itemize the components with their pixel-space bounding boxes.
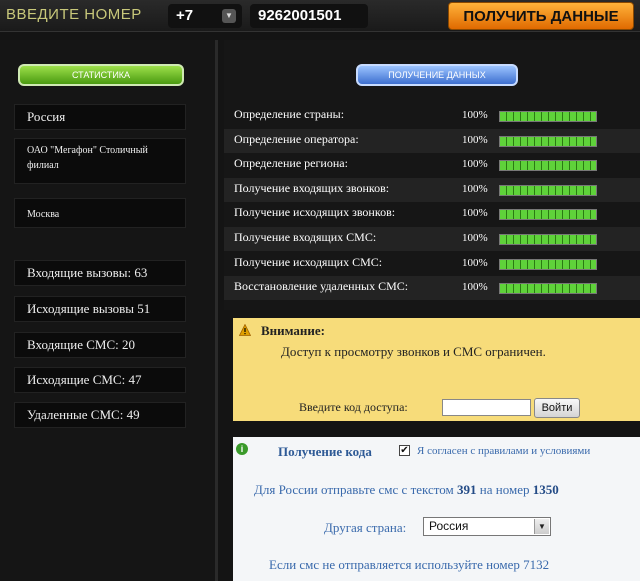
country-value: Россия bbox=[27, 109, 66, 124]
incoming-calls-value: Входящие вызовы: 63 bbox=[27, 265, 148, 280]
country-select-value: Россия bbox=[429, 519, 469, 533]
progress-fill bbox=[500, 136, 596, 146]
progress-percent: 100% bbox=[462, 158, 488, 171]
left-panel: СТАТИСТИКА Россия ОАО "Мегафон" Столичны… bbox=[0, 40, 218, 581]
progress-row: Получение входящих СМС: 100% bbox=[224, 227, 640, 251]
incoming-sms-value: Входящие СМС: 20 bbox=[27, 337, 135, 352]
fallback-number-text: Если смс не отправляется используйте ном… bbox=[269, 557, 550, 572]
country-code-value: +7 bbox=[176, 7, 194, 24]
sms-prefix: Для России отправьте смс с текстом bbox=[254, 482, 454, 497]
progress-percent: 100% bbox=[462, 133, 488, 146]
outgoing-sms-box: Исходящие СМС: 47 bbox=[14, 367, 186, 393]
progress-fill bbox=[500, 185, 596, 195]
progress-label: Получение входящих СМС: bbox=[234, 230, 377, 244]
progress-fill bbox=[500, 210, 596, 220]
progress-row: Определение региона: 100% bbox=[224, 153, 640, 177]
info-icon: i bbox=[236, 443, 248, 455]
incoming-calls-box: Входящие вызовы: 63 bbox=[14, 260, 186, 286]
progress-fill bbox=[500, 284, 596, 294]
progress-fill bbox=[500, 161, 596, 171]
agree-checkbox[interactable]: ✔ bbox=[399, 445, 410, 456]
outgoing-sms-value: Исходящие СМС: 47 bbox=[27, 372, 142, 387]
sms-text: 391 bbox=[457, 482, 477, 497]
progress-bar bbox=[499, 135, 597, 147]
progress-bar bbox=[499, 283, 597, 295]
incoming-sms-box: Входящие СМС: 20 bbox=[14, 332, 186, 358]
deleted-sms-value: Удаленные СМС: 49 bbox=[27, 407, 140, 422]
sms-number: 1350 bbox=[532, 482, 559, 497]
progress-bar bbox=[499, 234, 597, 245]
progress-label: Восстановление удаленных СМС: bbox=[234, 279, 409, 294]
warning-icon bbox=[239, 324, 251, 336]
progress-label: Получение исходящих СМС: bbox=[234, 254, 383, 269]
enter-number-title: ВВЕДИТЕ НОМЕР bbox=[6, 6, 142, 23]
code-panel: i Получение кода ✔ Я согласен с правилам… bbox=[233, 437, 640, 581]
progress-percent: 100% bbox=[462, 232, 488, 244]
sms-instruction: Для России отправьте смс с текстом 391 н… bbox=[254, 482, 559, 498]
progress-bar bbox=[499, 160, 597, 172]
progress-fill bbox=[500, 112, 596, 121]
progress-bar bbox=[499, 111, 597, 122]
progress-percent: 100% bbox=[462, 256, 488, 269]
top-bar: ВВЕДИТЕ НОМЕР +7 ▼ 9262001501 ПОЛУЧИТЬ Д… bbox=[0, 0, 640, 32]
chevron-down-icon[interactable]: ▼ bbox=[534, 519, 549, 534]
progress-bar bbox=[499, 184, 597, 196]
progress-fill bbox=[500, 235, 596, 244]
warning-panel: Внимание: Доступ к просмотру звонков и С… bbox=[233, 318, 640, 421]
phone-input[interactable]: 9262001501 bbox=[250, 4, 368, 28]
right-panel: ПОЛУЧЕНИЕ ДАННЫХ Определение страны: 100%… bbox=[224, 40, 640, 310]
outgoing-calls-box: Исходящие вызовы 51 bbox=[14, 296, 186, 322]
sms-mid: на номер bbox=[479, 482, 530, 497]
chevron-down-icon[interactable]: ▼ bbox=[222, 9, 236, 23]
statistics-button[interactable]: СТАТИСТИКА bbox=[18, 64, 184, 86]
get-data-button[interactable]: ПОЛУЧИТЬ ДАННЫЕ bbox=[448, 2, 634, 30]
access-code-label: Введите код доступа: bbox=[299, 400, 408, 414]
country-code-select[interactable]: +7 ▼ bbox=[168, 4, 242, 28]
progress-bar bbox=[499, 258, 597, 270]
progress-row: Восстановление удаленных СМС: 100% bbox=[224, 276, 640, 301]
country-box: Россия bbox=[14, 104, 186, 130]
progress-row: Определение страны: 100% bbox=[224, 104, 640, 128]
login-button[interactable]: Войти bbox=[534, 398, 580, 418]
country-select[interactable]: Россия ▼ bbox=[423, 517, 551, 536]
progress-label: Получение входящих звонков: bbox=[234, 180, 390, 195]
outgoing-calls-value: Исходящие вызовы 51 bbox=[27, 301, 151, 316]
region-box: Москва bbox=[14, 198, 186, 228]
warning-text: Доступ к просмотру звонков и СМС огранич… bbox=[281, 344, 546, 359]
progress-bar bbox=[499, 209, 597, 221]
progress-row: Получение исходящих звонков: 100% bbox=[224, 202, 640, 226]
other-country-label: Другая страна: bbox=[324, 520, 407, 535]
warning-title: Внимание: bbox=[261, 323, 325, 338]
access-code-input[interactable] bbox=[442, 399, 531, 416]
progress-row: Определение оператора: 100% bbox=[224, 128, 640, 153]
agree-label[interactable]: Я согласен с правилами и условиями bbox=[417, 445, 590, 457]
region-value: Москва bbox=[27, 209, 60, 220]
progress-row: Получение входящих звонков: 100% bbox=[224, 177, 640, 202]
progress-label: Получение исходящих звонков: bbox=[234, 205, 396, 220]
operator-box: ОАО "Мегафон" Столичный филиал bbox=[14, 138, 186, 184]
get-code-title: Получение кода bbox=[278, 444, 372, 459]
progress-percent: 100% bbox=[462, 109, 488, 121]
operator-value: ОАО "Мегафон" Столичный филиал bbox=[27, 145, 148, 171]
progress-label: Определение оператора: bbox=[234, 131, 359, 146]
phone-value: 9262001501 bbox=[258, 7, 342, 24]
data-retrieval-button[interactable]: ПОЛУЧЕНИЕ ДАННЫХ bbox=[356, 64, 518, 86]
progress-label: Определение региона: bbox=[234, 156, 348, 171]
progress-row: Получение исходящих СМС: 100% bbox=[224, 252, 640, 276]
progress-label: Определение страны: bbox=[234, 107, 345, 121]
progress-percent: 100% bbox=[462, 182, 488, 195]
progress-fill bbox=[500, 259, 596, 269]
deleted-sms-box: Удаленные СМС: 49 bbox=[14, 402, 186, 428]
progress-percent: 100% bbox=[462, 281, 488, 294]
progress-percent: 100% bbox=[462, 207, 488, 220]
